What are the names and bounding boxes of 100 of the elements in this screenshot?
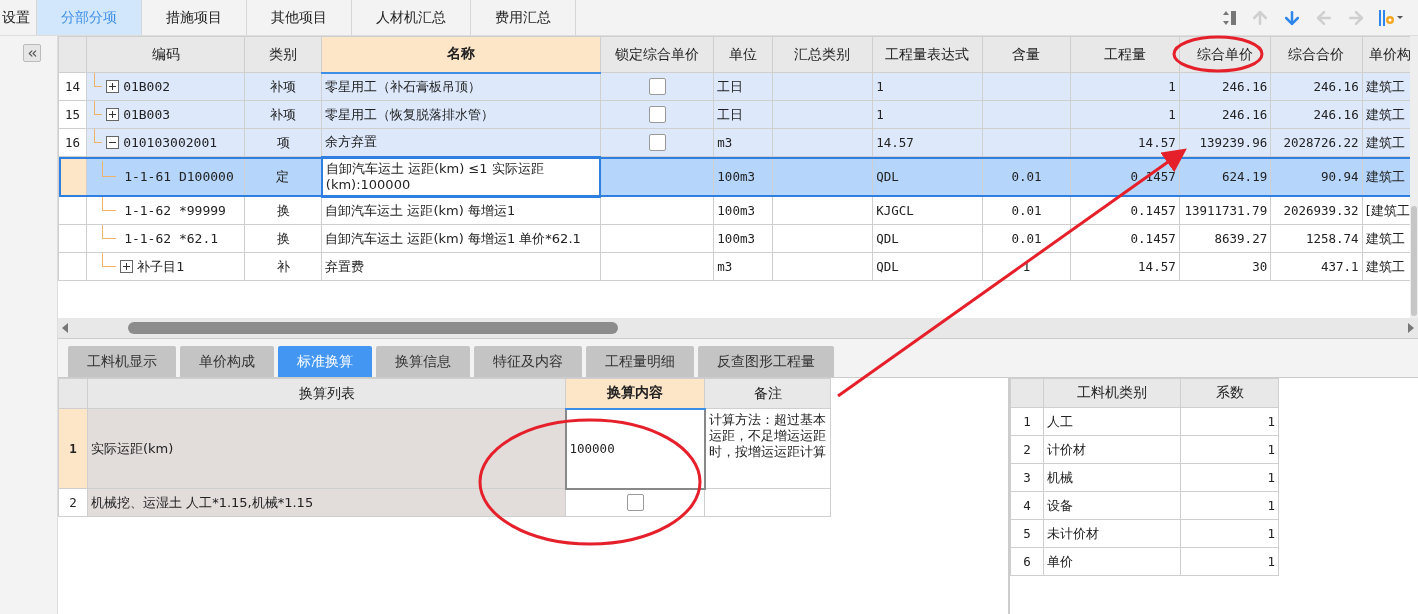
factor-cell: 1: [1180, 519, 1279, 548]
table-row[interactable]: 14 01B002 补项 零星用工（补石膏板吊顶） 工日 1 1 246.16 246.16 建筑工: [58, 72, 1410, 101]
name-cell: 自卸汽车运土 运距(km) 每增运1: [321, 196, 601, 225]
tree-line: [94, 101, 103, 115]
column-header: 工程量表达式: [872, 36, 983, 73]
column-header: 系数: [1180, 378, 1279, 408]
sort-icon[interactable]: [1222, 8, 1238, 27]
tree-line: [102, 253, 117, 267]
column-header: 锁定综合单价: [600, 36, 714, 73]
row-number: 1: [58, 408, 88, 489]
total-price-cell: 2026939.32: [1270, 196, 1363, 225]
unit-price-cell: 246.16: [1179, 100, 1271, 129]
category-cell: 单价: [1043, 547, 1181, 576]
row-number: 16: [58, 128, 87, 157]
table-row[interactable]: 16 010103002001 项 余方弃置 m3 14.57 14.57 139239.96 2028726.22 建筑工: [58, 128, 1410, 157]
name-cell: 零星用工（补石膏板吊顶）: [321, 72, 601, 101]
column-settings-icon[interactable]: [1378, 7, 1404, 28]
quantity-cell: 14.57: [1070, 252, 1180, 281]
bottom-tab[interactable]: 工料机显示: [68, 346, 176, 377]
bottom-tab[interactable]: 工程量明细: [586, 346, 694, 377]
expand-icon[interactable]: [106, 80, 120, 93]
tree-line: [102, 160, 117, 177]
code-cell: 01B002: [86, 72, 245, 101]
type-cell: 换: [244, 224, 322, 253]
type-cell: 补: [244, 252, 322, 281]
column-header: 工料机类别: [1043, 378, 1181, 408]
unit-cell: 工日: [713, 72, 773, 101]
unit-cell: 100m3: [713, 196, 773, 225]
column-header: 换算列表: [87, 378, 566, 409]
content-cell: 0.01: [982, 196, 1071, 225]
type-cell: 项: [244, 128, 322, 157]
column-header: 综合合价: [1270, 36, 1363, 73]
row-number: 5: [1010, 519, 1044, 548]
tree-line: [102, 225, 117, 239]
checkbox[interactable]: [626, 494, 644, 512]
factor-cell: 1: [1180, 547, 1279, 576]
code-cell: 1-1-62 *62.1: [86, 224, 245, 253]
type-cell: 换: [244, 196, 322, 225]
table-row[interactable]: 15 01B003 补项 零星用工（恢复脱落排水管） 工日 1 1 246.16 246.16 建筑工: [58, 100, 1410, 129]
checkbox[interactable]: [648, 106, 666, 123]
table-row[interactable]: 1-1-62 *62.1 换 自卸汽车运土 运距(km) 每增运1 单价*62.1 100m3 QDL 0.01 0.1457 8639.27 1258.74 建筑工: [58, 224, 1410, 253]
vertical-scrollbar[interactable]: [1410, 36, 1418, 318]
checkbox[interactable]: [648, 134, 666, 151]
column-header: 类别: [244, 36, 322, 73]
category-cell: 机械: [1043, 463, 1181, 492]
row-number: 3: [1010, 463, 1044, 492]
category-cell: 未计价材: [1043, 519, 1181, 548]
row-number: 1: [1010, 407, 1044, 436]
table-row[interactable]: 1-1-62 *99999 换 自卸汽车运土 运距(km) 每增运1 100m3 KJGCL 0.01 0.1457 13911731.79 2026939.32 [建筑工: [58, 196, 1410, 225]
column-header: 编码: [86, 36, 245, 73]
factor-cell: 1: [1180, 435, 1279, 464]
total-price-cell: 246.16: [1270, 100, 1363, 129]
total-price-cell: 1258.74: [1270, 224, 1363, 253]
row-number: 14: [58, 72, 87, 101]
row-number: 2: [1010, 435, 1044, 464]
note-cell: 计算方法：超过基本运距，不足增运运距时，按增运运距计算: [704, 408, 831, 489]
type-cell: 补项: [244, 100, 322, 129]
collapse-icon[interactable]: [106, 136, 120, 149]
quantity-cell: 0.1457: [1070, 196, 1180, 225]
unit-cell: 工日: [713, 100, 773, 129]
tree-line: [94, 73, 103, 87]
expression-cell: 1: [872, 100, 983, 129]
expand-icon[interactable]: [106, 108, 120, 121]
expand-icon[interactable]: [120, 260, 134, 273]
unit-cell: m3: [713, 252, 773, 281]
content-cell: 0.01: [982, 224, 1071, 253]
row-number: [58, 156, 87, 197]
column-header: 单价构: [1362, 36, 1410, 73]
category-cell: 设备: [1043, 491, 1181, 520]
collapse-button[interactable]: [23, 44, 41, 62]
bottom-tab[interactable]: 反查图形工程量: [698, 346, 834, 377]
tree-line: [94, 129, 103, 143]
bottom-tab[interactable]: 换算信息: [376, 346, 470, 377]
code-cell: 补子目1: [86, 252, 245, 281]
name-cell: 自卸汽车运土 运距(km) ≤1 实际运距(km):100000: [321, 156, 601, 197]
total-price-cell: 246.16: [1270, 72, 1363, 101]
column-header: 工程量: [1070, 36, 1180, 73]
column-header: 名称: [321, 36, 601, 73]
bottom-tab[interactable]: 特征及内容: [474, 346, 582, 377]
top-tab[interactable]: 设置: [0, 0, 37, 35]
expression-cell: KJGCL: [872, 196, 983, 225]
column-header: 备注: [704, 378, 831, 409]
unit-price-cell: 30: [1179, 252, 1271, 281]
expression-cell: 1: [872, 72, 983, 101]
column-header: 单位: [713, 36, 773, 73]
name-cell: 零星用工（恢复脱落排水管）: [321, 100, 601, 129]
column-header: 含量: [982, 36, 1071, 73]
row-number: 6: [1010, 547, 1044, 576]
conversion-name-cell: 实际运距(km): [87, 408, 566, 489]
horizontal-scrollbar[interactable]: [58, 318, 1418, 338]
quantity-cell: 1: [1070, 100, 1180, 129]
checkbox[interactable]: [648, 78, 666, 95]
tree-line: [102, 197, 117, 211]
unit-cell: 100m3: [713, 224, 773, 253]
value-input[interactable]: 100000: [565, 408, 705, 489]
bottom-tab[interactable]: 单价构成: [180, 346, 274, 377]
column-header: 汇总类别: [772, 36, 873, 73]
category-cell: 人工: [1043, 407, 1181, 436]
type-cell: 补项: [244, 72, 322, 101]
expression-cell: QDL: [872, 224, 983, 253]
